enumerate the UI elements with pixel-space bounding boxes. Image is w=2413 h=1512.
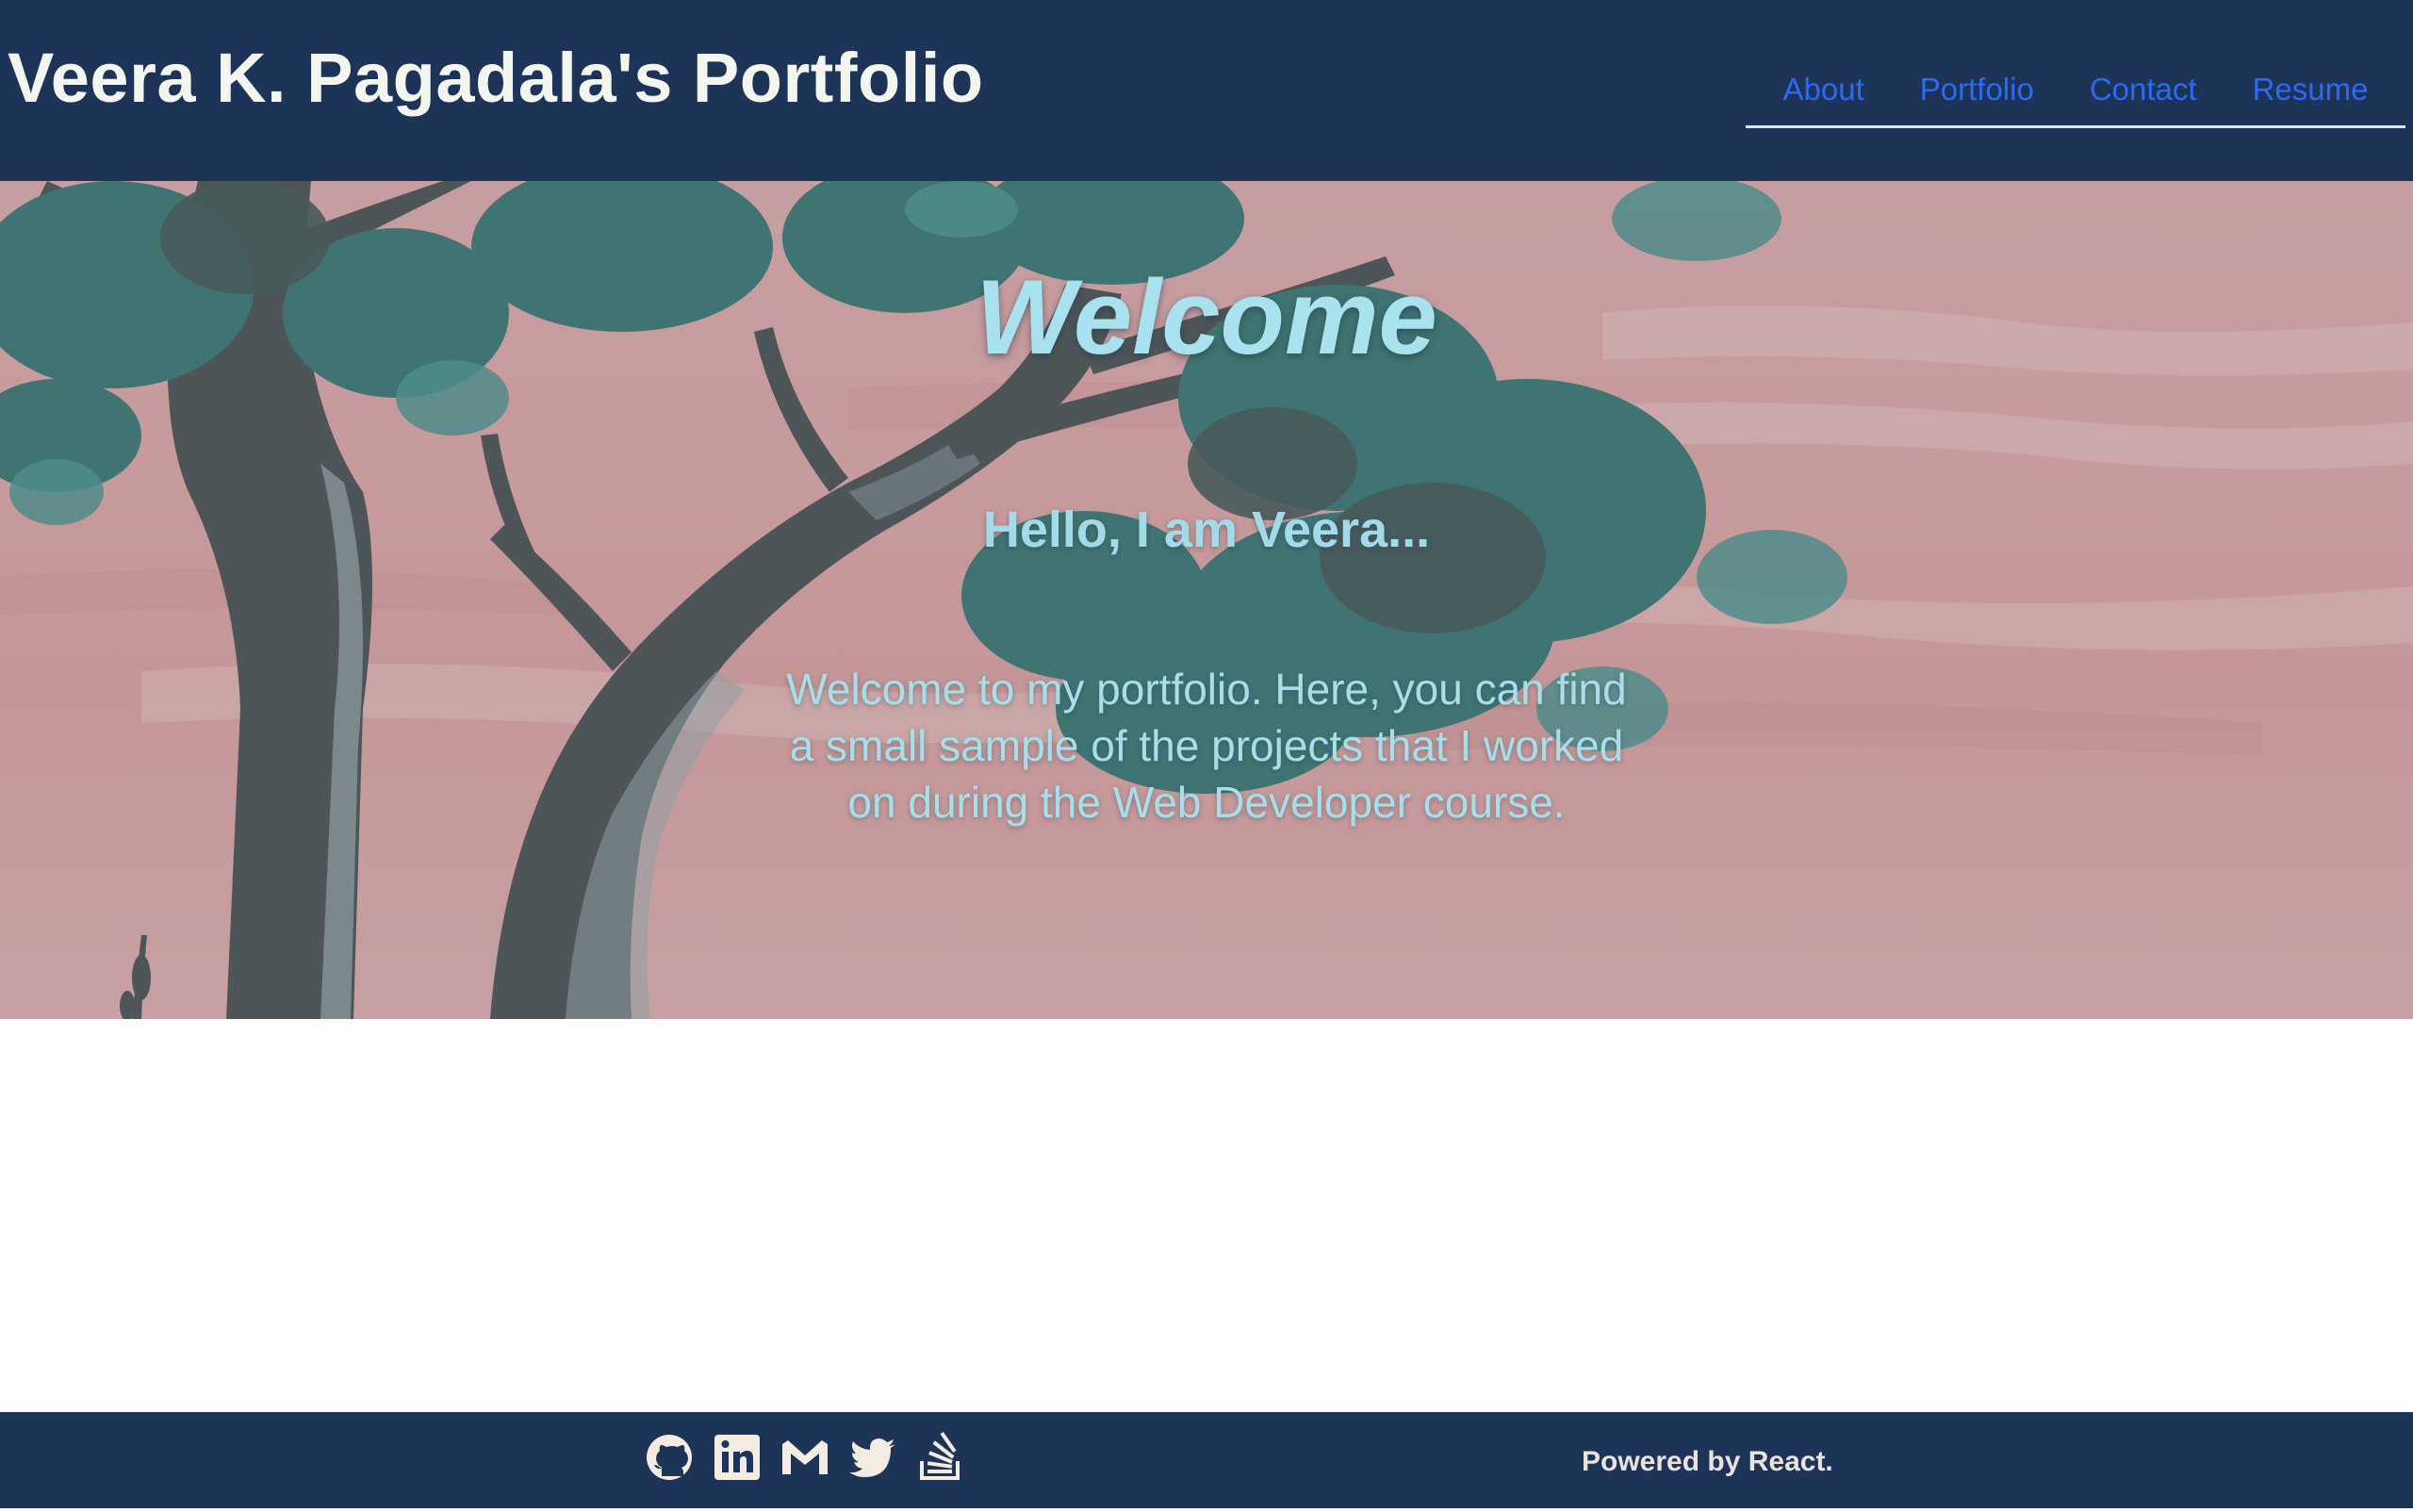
nav-link-contact[interactable]: Contact bbox=[2090, 72, 2197, 107]
linkedin-icon[interactable] bbox=[713, 1431, 762, 1484]
site-footer: Powered by React. bbox=[0, 1412, 2413, 1508]
greeting-heading: Hello, I am Veera... bbox=[982, 501, 1431, 558]
nav-link-portfolio[interactable]: Portfolio bbox=[1920, 72, 2034, 107]
powered-by-text: Powered by React. bbox=[1582, 1446, 1833, 1477]
gmail-icon[interactable] bbox=[780, 1431, 829, 1484]
intro-text: Welcome to my portfolio. Here, you can f… bbox=[786, 665, 1627, 827]
github-icon[interactable] bbox=[645, 1431, 694, 1484]
nav-link-resume[interactable]: Resume bbox=[2253, 72, 2369, 107]
hero-content: Welcome Hello, I am Veera... Welcome to … bbox=[735, 256, 1678, 830]
stackoverflow-icon[interactable] bbox=[916, 1431, 965, 1484]
welcome-heading: Welcome bbox=[976, 258, 1437, 376]
site-header: Veera K. Pagadala's Portfolio About Port… bbox=[0, 0, 2413, 181]
main-nav: About Portfolio Contact Resume bbox=[1746, 58, 2405, 128]
twitter-icon[interactable] bbox=[848, 1431, 897, 1484]
site-title: Veera K. Pagadala's Portfolio bbox=[8, 39, 984, 117]
nav-link-about[interactable]: About bbox=[1783, 72, 1864, 107]
hero-section: Welcome Hello, I am Veera... Welcome to … bbox=[0, 181, 2413, 1019]
social-links bbox=[645, 1431, 965, 1484]
